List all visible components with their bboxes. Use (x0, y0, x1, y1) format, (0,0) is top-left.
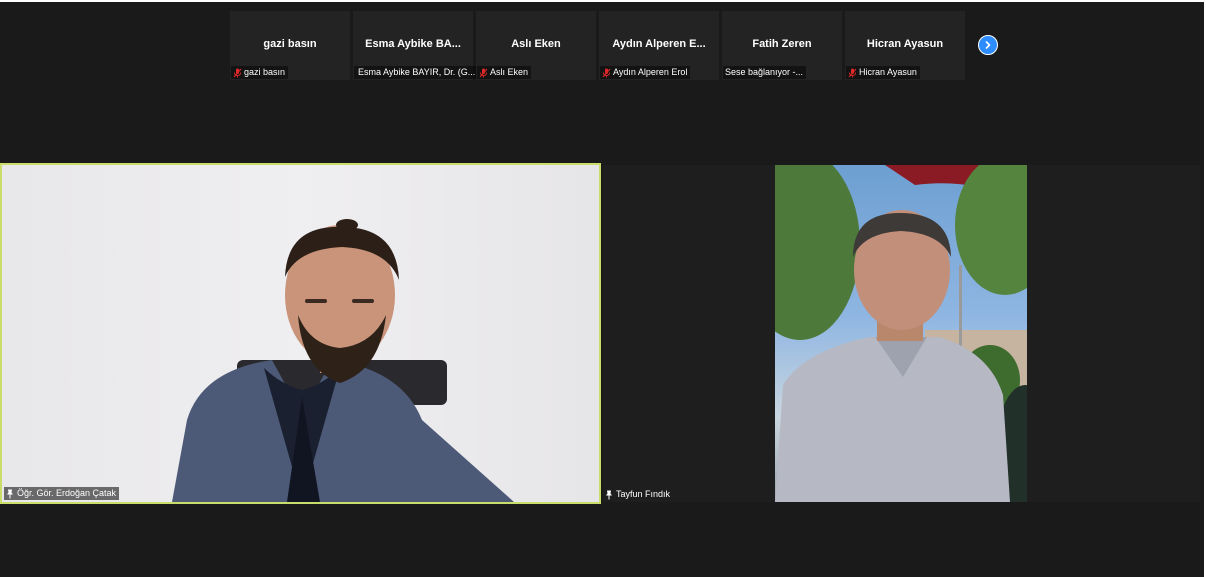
next-page-button[interactable] (978, 35, 998, 55)
participant-name-label: Öğr. Gör. Erdoğan Çatak (4, 487, 120, 500)
participant-display-name: Aydın Alperen E... (612, 38, 706, 50)
participant-video-feed (172, 219, 514, 502)
participant-label-text: Hicran Ayasun (859, 67, 917, 77)
pin-icon (7, 489, 13, 498)
participant-tile[interactable]: gazi basın gazi basın (230, 11, 350, 80)
mic-muted-icon (233, 68, 242, 77)
participant-name-label: Aydın Alperen Erol (600, 66, 691, 79)
participant-tile[interactable]: Aydın Alperen E... Aydın Alperen Erol (599, 11, 719, 80)
participant-label-text: Aydın Alperen Erol (613, 67, 688, 77)
chevron-right-icon (985, 41, 991, 49)
video-tile-active-speaker[interactable]: Öğr. Gör. Erdoğan Çatak (0, 163, 601, 504)
mic-muted-icon (848, 68, 857, 77)
video-scene-graphic (775, 165, 1027, 502)
participant-name-label: Aslı Eken (477, 66, 532, 79)
participant-tile[interactable]: Hicran Ayasun Hicran Ayasun (845, 11, 965, 80)
mic-muted-icon (602, 68, 611, 77)
mic-muted-icon (479, 68, 488, 77)
participant-display-name: Esma Aybike BA... (365, 38, 461, 50)
participant-display-name: Fatih Zeren (752, 38, 812, 50)
participant-name-label: Tayfun Fındık (603, 488, 673, 501)
participant-label-text: gazi basın (244, 67, 286, 77)
participant-name-label: Sese bağlanıyor -... (723, 66, 807, 79)
participant-name-label: Esma Aybike BAYIR, Dr. (G... (354, 66, 477, 79)
participant-display-name: Aslı Eken (511, 38, 561, 50)
participant-name-label: Hicran Ayasun (846, 66, 920, 79)
participant-name-label: gazi basın (231, 66, 289, 79)
participant-name-text: Öğr. Gör. Erdoğan Çatak (17, 488, 117, 498)
participant-label-text: Sese bağlanıyor -... (725, 67, 804, 77)
pin-icon (606, 490, 612, 499)
participant-tile[interactable]: Fatih Zeren Sese bağlanıyor -... (722, 11, 842, 80)
participant-label-text: Esma Aybike BAYIR, Dr. (G... (358, 67, 476, 77)
participant-tile[interactable]: Aslı Eken Aslı Eken (476, 11, 596, 80)
participant-tile[interactable]: Esma Aybike BA... Esma Aybike BAYIR, Dr.… (353, 11, 477, 80)
participant-label-text: Aslı Eken (490, 67, 529, 77)
video-tile[interactable]: Tayfun Fındık (603, 165, 1200, 502)
participant-name-text: Tayfun Fındık (616, 489, 671, 499)
participant-display-name: Hicran Ayasun (866, 38, 944, 50)
participant-gallery-strip: gazi basın gazi basın Esma Aybike BA... … (230, 11, 965, 80)
participant-video-feed (775, 165, 1027, 502)
window-top-edge (0, 0, 1206, 2)
participant-display-name: gazi basın (263, 38, 317, 50)
